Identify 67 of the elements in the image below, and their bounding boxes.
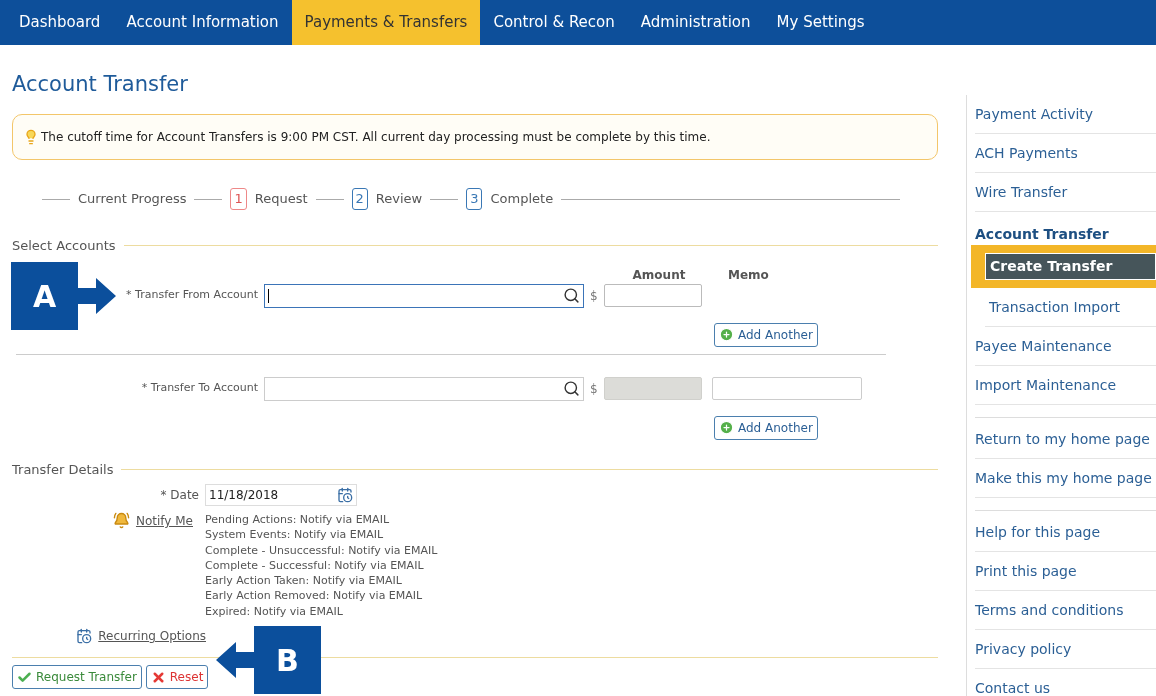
sidebar-link[interactable]: Print this page [975, 563, 1077, 579]
notification-setting: Early Action Removed: Notify via EMAIL [205, 588, 424, 604]
recurring-icon [76, 628, 93, 645]
notification-setting: Complete - Unsuccessful: Notify via EMAIL [205, 542, 438, 558]
sidebar-link[interactable]: Make this my home page [975, 470, 1152, 486]
section-legend: Transfer Details [12, 459, 114, 479]
step-label: Request [254, 190, 308, 209]
field-label: * Transfer From Account [126, 287, 258, 304]
request-transfer-button[interactable]: Request Transfer [12, 665, 142, 690]
field-label: * Date [159, 487, 199, 504]
search-icon[interactable] [563, 380, 580, 397]
sidebar-heading[interactable]: Account Transfer [975, 224, 1156, 245]
sidebar-item[interactable]: Create Transfer [985, 253, 1156, 280]
sidebar-link[interactable]: Privacy policy [975, 641, 1072, 657]
sidebar-link[interactable]: Terms and conditions [975, 602, 1124, 618]
reset-button[interactable]: Reset [145, 665, 209, 690]
nav-tab[interactable]: Dashboard [6, 0, 114, 45]
step-label: Complete [490, 190, 554, 209]
section-legend: Select Accounts [12, 236, 116, 256]
notify-me-link[interactable]: Notify Me [135, 512, 193, 530]
notification-setting: Expired: Notify via EMAIL [205, 603, 344, 620]
sidebar-link[interactable]: ACH Payments [975, 145, 1078, 161]
step-number: 3 [466, 188, 483, 210]
notification-setting: Early Action Taken: Notify via EMAIL [205, 573, 403, 589]
callout-badge: B [254, 626, 321, 694]
column-header: Amount [631, 266, 687, 282]
currency-sign: $ [590, 287, 598, 305]
currency-sign: $ [590, 380, 598, 398]
progress-label: Current Progress [78, 190, 187, 209]
nav-tab[interactable]: Account Information [113, 0, 292, 45]
account-search-field[interactable] [264, 283, 584, 308]
date-field[interactable]: 11/18/2018 [205, 484, 357, 506]
page-title: Account Transfer [12, 71, 189, 98]
memo-field[interactable] [711, 377, 862, 400]
sidebar-link[interactable]: Transaction Import [989, 299, 1120, 315]
sidebar-link[interactable]: Return to my home page [975, 431, 1150, 447]
sidebar-link[interactable]: Wire Transfer [975, 184, 1068, 200]
check-icon [17, 669, 32, 685]
bell-icon [112, 512, 130, 529]
column-header: Memo [727, 266, 769, 282]
nav-tab[interactable]: Administration [627, 0, 764, 45]
nav-tab[interactable]: Control & Recon [480, 0, 628, 45]
notice-text: The cutoff time for Account Transfers is 9:00 PM CST. All current day processing must be complete by this time. [41, 129, 711, 146]
sidebar-link[interactable]: Payee Maintenance [975, 338, 1112, 354]
step-number: 1 [230, 188, 247, 210]
sidebar-link[interactable]: Import Maintenance [975, 377, 1117, 393]
search-icon[interactable] [563, 287, 580, 304]
amount-field[interactable] [603, 284, 702, 307]
sidebar-link[interactable]: Help for this page [975, 524, 1101, 540]
plus-icon [719, 420, 734, 435]
notification-setting: Pending Actions: Notify via EMAIL [205, 512, 390, 528]
calendar-icon[interactable] [337, 487, 353, 503]
field-label: * Transfer To Account [141, 380, 258, 397]
add-another-button[interactable]: Add Another [714, 415, 818, 440]
nav-tab[interactable]: My Settings [763, 0, 878, 45]
callout-badge: A [11, 262, 78, 330]
notification-setting: Complete - Successful: Notify via EMAIL [205, 557, 425, 574]
lightbulb-icon [23, 129, 39, 145]
notification-setting: System Events: Notify via EMAIL [205, 527, 385, 543]
recurring-options-link[interactable]: Recurring Options [98, 627, 206, 646]
plus-icon [719, 327, 734, 342]
step-number: 2 [351, 188, 368, 210]
add-another-button[interactable]: Add Another [714, 322, 818, 347]
sidebar-link[interactable]: Contact us [975, 680, 1051, 696]
sidebar-link[interactable]: Payment Activity [975, 106, 1094, 122]
nav-tab[interactable]: Payments & Transfers [291, 0, 481, 45]
step-label: Review [375, 190, 423, 209]
